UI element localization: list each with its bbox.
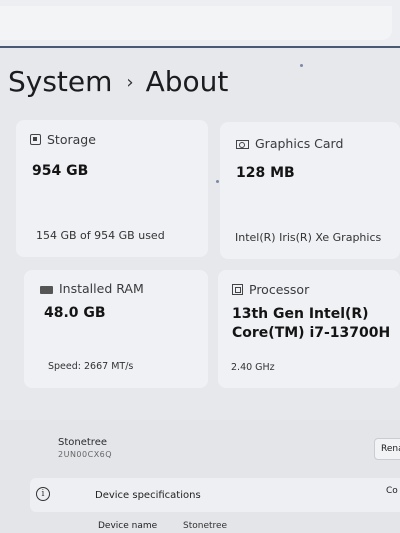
processor-value-line2: Core(TM) i7-13700H — [232, 325, 391, 341]
spec-row-value: Stonetree — [183, 521, 228, 531]
storage-card-header: Storage — [30, 132, 96, 147]
storage-value: 954 GB — [32, 163, 89, 179]
ram-icon — [40, 286, 53, 294]
copy-button[interactable]: Co — [386, 486, 398, 496]
processor-card[interactable]: Processor 13th Gen Intel(R) Core(TM) i7-… — [218, 270, 400, 388]
graphics-detail: Intel(R) Iris(R) Xe Graphics — [235, 231, 382, 244]
rename-button[interactable]: Rena — [374, 438, 400, 460]
device-name: Stonetree — [58, 437, 107, 448]
storage-title: Storage — [47, 132, 96, 147]
processor-icon — [232, 284, 243, 295]
graphics-card-header: Graphics Card — [236, 136, 343, 151]
ram-card-header: Installed RAM — [40, 281, 144, 296]
installed-ram-card[interactable]: Installed RAM 48.0 GB Speed: 2667 MT/s — [24, 270, 208, 388]
storage-card[interactable]: Storage 954 GB 154 GB of 954 GB used — [16, 120, 208, 257]
graphics-title: Graphics Card — [255, 136, 344, 151]
processor-card-header: Processor — [232, 282, 309, 297]
breadcrumb-parent[interactable]: System — [8, 65, 112, 98]
processor-detail: 2.40 GHz — [231, 362, 275, 373]
decorative-dot — [300, 64, 303, 67]
window-top-panel — [0, 6, 392, 40]
storage-icon — [30, 134, 41, 145]
info-icon: i — [36, 487, 50, 501]
processor-value-line1: 13th Gen Intel(R) — [232, 306, 369, 322]
breadcrumb-separator: › — [126, 72, 134, 93]
ram-detail: Speed: 2667 MT/s — [48, 361, 134, 372]
processor-title: Processor — [249, 282, 310, 297]
window-top-bar — [0, 0, 400, 48]
storage-detail: 154 GB of 954 GB used — [36, 229, 165, 242]
graphics-card-icon — [236, 140, 249, 149]
breadcrumb: System › About — [8, 62, 228, 103]
decorative-dot — [216, 180, 219, 183]
breadcrumb-current: About — [145, 65, 229, 98]
device-specifications-title: Device specifications — [95, 490, 201, 501]
ram-title: Installed RAM — [59, 281, 144, 296]
graphics-card[interactable]: Graphics Card 128 MB Intel(R) Iris(R) Xe… — [220, 122, 400, 259]
spec-row-label: Device name — [98, 521, 158, 531]
ram-value: 48.0 GB — [44, 305, 106, 321]
device-id: 2UN00CX6Q — [58, 450, 113, 459]
graphics-value: 128 MB — [236, 165, 295, 181]
device-specifications-row[interactable] — [30, 478, 400, 512]
